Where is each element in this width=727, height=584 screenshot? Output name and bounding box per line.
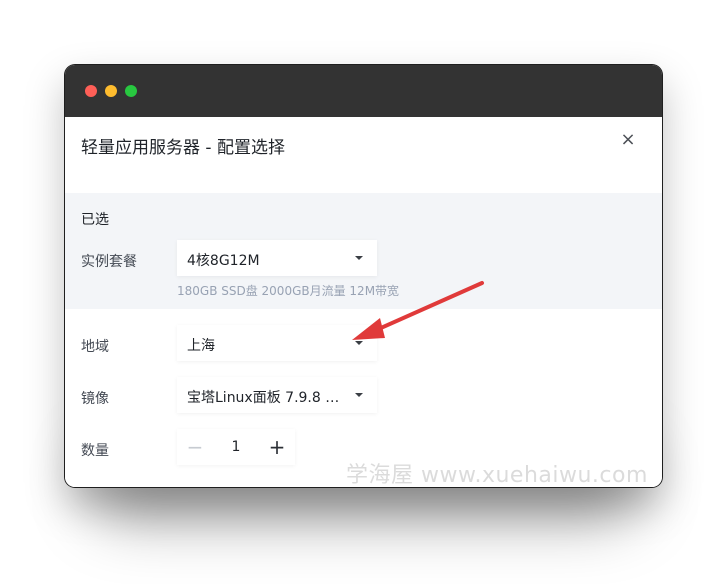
minus-icon[interactable]: − [177, 429, 213, 465]
quantity-value[interactable]: 1 [213, 429, 259, 465]
caret-down-icon [355, 393, 363, 397]
image-select[interactable]: 宝塔Linux面板 7.9.8 腾讯云专享版 [177, 377, 377, 413]
region-select[interactable]: 上海 [177, 325, 377, 361]
selected-heading: 已选 [81, 212, 109, 228]
instance-package-value: 4核8G12M [187, 253, 260, 269]
image-label: 镜像 [81, 391, 109, 407]
watermark: 学海屋 www.xuehaiwu.com [346, 463, 648, 488]
quantity-stepper: − 1 + [177, 429, 295, 465]
plus-icon[interactable]: + [259, 429, 295, 465]
caret-down-icon [355, 256, 363, 260]
quantity-label: 数量 [81, 443, 109, 459]
app-window: 轻量应用服务器 - 配置选择 × 已选 实例套餐 4核8G12M 180GB S… [65, 65, 662, 487]
selected-summary-panel: 已选 实例套餐 4核8G12M 180GB SSD盘 2000GB月流量 12M… [65, 193, 662, 309]
image-value: 宝塔Linux面板 7.9.8 腾讯云专享版 [187, 390, 347, 406]
screenshot-page: 轻量应用服务器 - 配置选择 × 已选 实例套餐 4核8G12M 180GB S… [0, 0, 727, 584]
close-window-button[interactable] [85, 85, 97, 97]
instance-package-label: 实例套餐 [81, 254, 137, 270]
instance-spec-note: 180GB SSD盘 2000GB月流量 12M带宽 [177, 284, 400, 298]
region-label: 地域 [81, 339, 109, 355]
minimize-window-button[interactable] [105, 85, 117, 97]
window-titlebar [65, 65, 662, 117]
dialog-content: 轻量应用服务器 - 配置选择 × 已选 实例套餐 4核8G12M 180GB S… [65, 117, 662, 487]
instance-package-select[interactable]: 4核8G12M [177, 240, 377, 276]
region-value: 上海 [187, 338, 215, 354]
dialog-title: 轻量应用服务器 - 配置选择 [81, 138, 285, 158]
caret-down-icon [355, 341, 363, 345]
maximize-window-button[interactable] [125, 85, 137, 97]
close-icon[interactable]: × [618, 130, 638, 150]
